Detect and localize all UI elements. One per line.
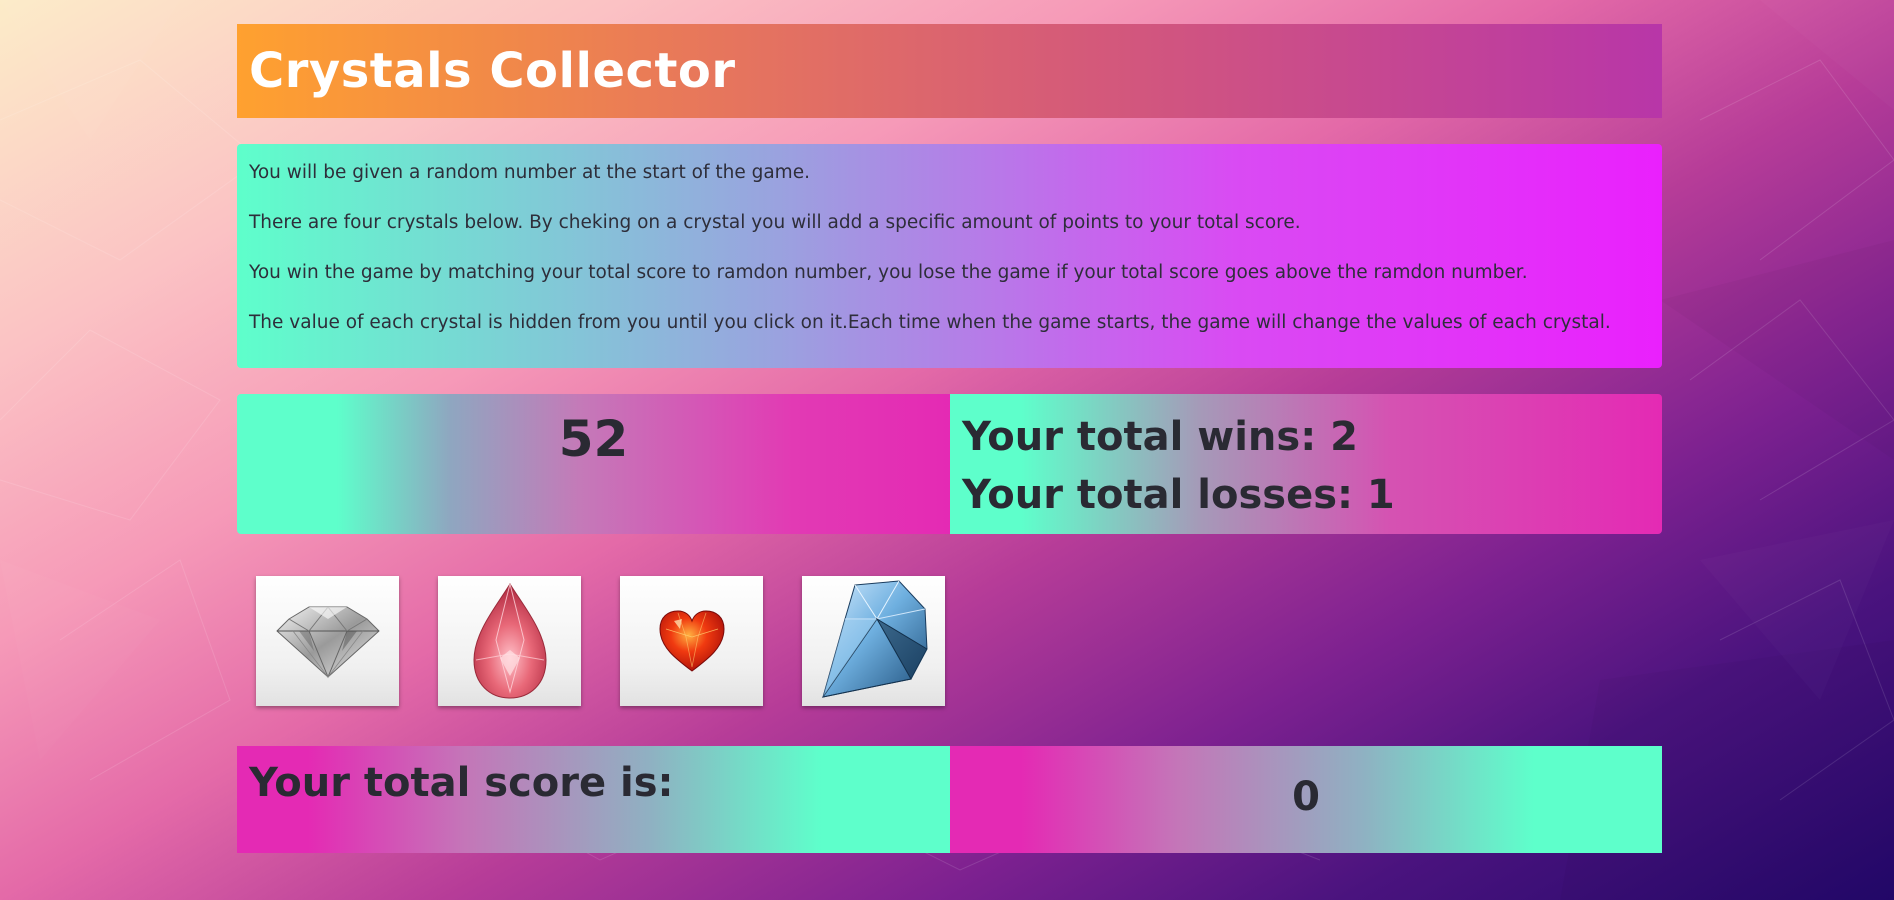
score-label: Your total score is:: [249, 760, 674, 806]
instruction-line: You win the game by matching your total …: [249, 262, 1528, 283]
score-row: Your total score is: 0: [237, 746, 1662, 853]
crystal-button-3[interactable]: [620, 576, 763, 706]
header-bar: Crystals Collector: [237, 24, 1662, 118]
red-heart-gem-icon: [658, 610, 725, 672]
blue-crystal-icon: [821, 580, 928, 698]
crystal-button-1[interactable]: [256, 576, 399, 706]
random-number-panel: 52: [237, 394, 950, 534]
instruction-line: The value of each crystal is hidden from…: [249, 312, 1611, 333]
wins-counter: Your total wins: 2: [962, 414, 1358, 460]
score-value-panel: 0: [950, 746, 1662, 853]
crystal-button-4[interactable]: [802, 576, 945, 706]
instructions-panel: You will be given a random number at the…: [237, 144, 1662, 368]
losses-counter: Your total losses: 1: [962, 472, 1395, 518]
total-score: 0: [1292, 774, 1320, 820]
game-container: Crystals Collector You will be given a r…: [237, 24, 1662, 853]
pink-pear-gem-icon: [472, 583, 547, 699]
white-diamond-icon: [275, 606, 380, 679]
score-label-panel: Your total score is:: [237, 746, 950, 853]
crystal-row: [237, 576, 1662, 706]
random-number: 52: [558, 410, 629, 468]
stats-panel: Your total wins: 2 Your total losses: 1: [950, 394, 1662, 534]
instruction-line: You will be given a random number at the…: [249, 162, 810, 183]
page-title: Crystals Collector: [249, 43, 736, 99]
status-row: 52 Your total wins: 2 Your total losses:…: [237, 394, 1662, 534]
instruction-line: There are four crystals below. By chekin…: [249, 212, 1301, 233]
crystal-button-2[interactable]: [438, 576, 581, 706]
